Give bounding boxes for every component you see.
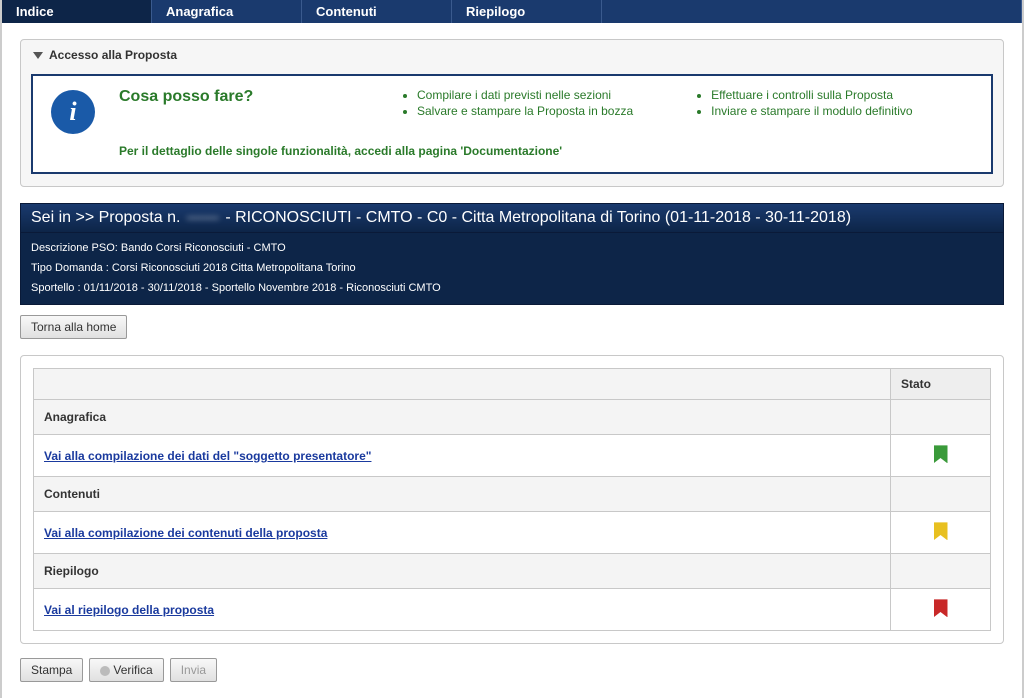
tab-riepilogo[interactable]: Riepilogo	[452, 0, 602, 23]
stampa-button[interactable]: Stampa	[20, 658, 83, 682]
access-panel-header[interactable]: Accesso alla Proposta	[21, 40, 1003, 70]
chevron-down-icon	[33, 52, 43, 59]
help-footer: Per il dettaglio delle singole funzional…	[119, 144, 973, 158]
help-item: Effettuare i controlli sulla Proposta	[711, 88, 912, 102]
index-table: Stato Anagrafica Vai alla compilazione d…	[33, 368, 991, 631]
section-anagrafica: Anagrafica	[34, 400, 991, 435]
section-stato-empty	[891, 400, 991, 435]
meta-line-tipo: Tipo Domanda : Corsi Riconosciuti 2018 C…	[31, 259, 993, 279]
tab-anagrafica[interactable]: Anagrafica	[152, 0, 302, 23]
help-box: i Cosa posso fare? Compilare i dati prev…	[31, 74, 993, 174]
verifica-label: Verifica	[113, 663, 152, 677]
table-row: Vai alla compilazione dei contenuti dell…	[34, 512, 991, 554]
meta-box: Descrizione PSO: Bando Corsi Riconosciut…	[20, 233, 1004, 305]
col-header-empty	[34, 369, 891, 400]
info-icon: i	[51, 90, 95, 134]
access-panel-title: Accesso alla Proposta	[49, 48, 177, 62]
tab-contenuti[interactable]: Contenuti	[302, 0, 452, 23]
breadcrumb: Sei in >> Proposta n. —— - RICONOSCIUTI …	[20, 203, 1004, 233]
link-anagrafica[interactable]: Vai alla compilazione dei dati del "sogg…	[44, 449, 371, 463]
flag-green-icon	[934, 445, 948, 463]
section-contenuti: Contenuti	[34, 477, 991, 512]
meta-line-pso: Descrizione PSO: Bando Corsi Riconosciut…	[31, 239, 993, 259]
help-list-2: Effettuare i controlli sulla Proposta In…	[693, 88, 912, 120]
breadcrumb-prefix: Sei in >> Proposta n.	[31, 209, 180, 226]
section-stato-empty	[891, 554, 991, 589]
index-panel: Stato Anagrafica Vai alla compilazione d…	[20, 355, 1004, 644]
col-header-stato: Stato	[891, 369, 991, 400]
top-tabs: Indice Anagrafica Contenuti Riepilogo	[2, 0, 1022, 23]
section-title: Riepilogo	[34, 554, 891, 589]
flag-yellow-icon	[934, 522, 948, 540]
help-list-1: Compilare i dati previsti nelle sezioni …	[399, 88, 633, 120]
action-row: Stampa Verifica Invia	[20, 658, 1004, 682]
section-riepilogo: Riepilogo	[34, 554, 991, 589]
verifica-button[interactable]: Verifica	[89, 658, 163, 682]
breadcrumb-number: ——	[185, 209, 221, 227]
meta-line-sportello: Sportello : 01/11/2018 - 30/11/2018 - Sp…	[31, 279, 993, 299]
table-row: Vai alla compilazione dei dati del "sogg…	[34, 435, 991, 477]
tab-spacer	[602, 0, 1022, 23]
section-title: Contenuti	[34, 477, 891, 512]
breadcrumb-rest: - RICONOSCIUTI - CMTO - C0 - Citta Metro…	[225, 209, 851, 226]
section-title: Anagrafica	[34, 400, 891, 435]
help-item: Inviare e stampare il modulo definitivo	[711, 104, 912, 118]
flag-red-icon	[934, 599, 948, 617]
link-contenuti[interactable]: Vai alla compilazione dei contenuti dell…	[44, 526, 327, 540]
access-panel: Accesso alla Proposta i Cosa posso fare?…	[20, 39, 1004, 187]
invia-button[interactable]: Invia	[170, 658, 217, 682]
help-item: Salvare e stampare la Proposta in bozza	[417, 104, 633, 118]
table-row: Vai al riepilogo della proposta	[34, 589, 991, 631]
section-stato-empty	[891, 477, 991, 512]
help-title: Cosa posso fare?	[119, 88, 339, 106]
tab-indice[interactable]: Indice	[2, 0, 152, 23]
link-riepilogo[interactable]: Vai al riepilogo della proposta	[44, 603, 214, 617]
dot-icon	[100, 666, 110, 676]
home-button[interactable]: Torna alla home	[20, 315, 127, 339]
help-item: Compilare i dati previsti nelle sezioni	[417, 88, 633, 102]
